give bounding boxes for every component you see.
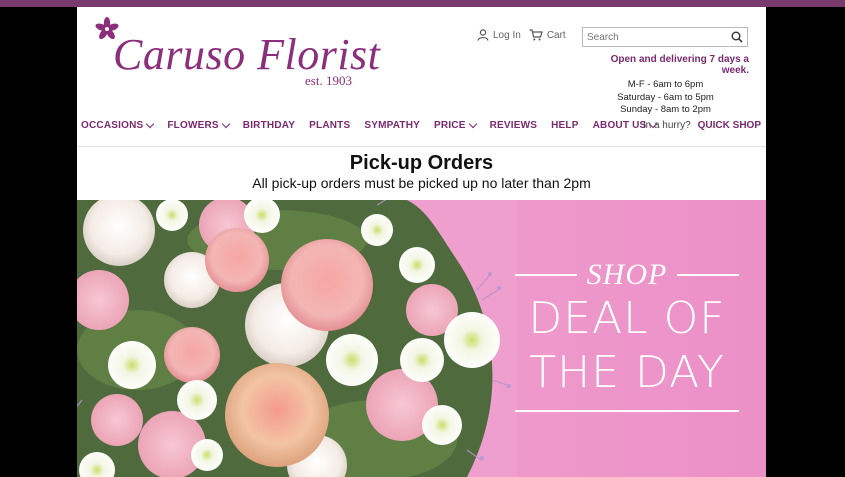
nav-label: ABOUT US [592,120,647,131]
hours-line-sunday: Sunday - 8am to 2pm [620,104,711,115]
nav-label: SYMPATHY [364,120,421,131]
main-nav: OCCASIONS FLOWERS BIRTHDAY PLANTS SYMPAT… [77,119,766,140]
hours-line-weekday: M-F - 6am to 6pm [627,79,704,90]
deal-line-2: THE DAY [529,347,725,398]
nav-label: BIRTHDAY [242,120,296,131]
search-input[interactable] [583,29,731,45]
nav-item-help[interactable]: HELP [551,120,578,131]
quick-shop-area: In a hurry? QUICK SHOP [643,120,761,131]
notice-title: Pick-up Orders [349,152,494,174]
deal-of-the-day-banner[interactable]: SHOP DEAL OF THE DAY [77,200,766,477]
nav-item-price[interactable]: PRICE [434,119,477,131]
nav-items: OCCASIONS FLOWERS BIRTHDAY PLANTS SYMPAT… [81,119,658,131]
divider-left [515,274,577,276]
store-hours: Open and delivering 7 days a week. M-F -… [582,54,749,117]
deal-line-1: DEAL OF [528,293,726,344]
nav-label: PRICE [434,120,466,131]
logo-established: est. 1903 [305,73,352,88]
notice-subtitle: All pick-up orders must be picked up no … [252,175,591,191]
nav-item-plants[interactable]: PLANTS [309,120,350,131]
login-label: Log In [493,29,521,41]
chevron-down-icon [146,119,155,129]
search-box [582,27,748,47]
divider-bottom [515,410,739,412]
chevron-down-icon [221,119,231,129]
search-icon[interactable] [731,31,743,43]
nav-item-sympathy[interactable]: SYMPATHY [364,120,420,131]
hours-line-saturday: Saturday - 6am to 5pm [617,91,714,103]
divider-right [677,274,739,276]
top-accent-bar [0,0,845,7]
nav-label: HELP [551,120,579,131]
chevron-down-icon [468,119,477,129]
hours-lead: Open and delivering 7 days a week. [610,54,749,76]
site-logo[interactable]: Caruso Florist est. 1903 [91,15,380,95]
nav-item-flowers[interactable]: FLOWERS [167,119,231,131]
nav-item-reviews[interactable]: REVIEWS [490,120,538,131]
flower-bouquet-image [77,200,517,477]
shop-heading: SHOP [515,258,739,292]
account-links: Log In Cart [477,29,566,41]
deal-text-block: SHOP DEAL OF THE DAY [515,258,739,412]
cart-link[interactable]: Cart [529,29,566,41]
page-container: Caruso Florist est. 1903 Log In Cart Sea… [77,7,766,477]
nav-label: PLANTS [309,120,351,131]
login-link[interactable]: Log In [477,29,521,41]
hurry-text: In a hurry? [642,120,691,131]
user-icon [477,29,489,41]
header-divider [77,146,766,147]
cart-label: Cart [546,29,566,41]
cart-icon [529,29,543,41]
nav-item-birthday[interactable]: BIRTHDAY [243,120,295,131]
shop-label: SHOP [586,258,668,291]
nav-label: OCCASIONS [81,120,144,131]
nav-item-occasions[interactable]: OCCASIONS [81,119,155,131]
nav-label: FLOWERS [167,120,219,131]
nav-label: REVIEWS [489,120,538,131]
quick-shop-link[interactable]: QUICK SHOP [698,120,761,131]
